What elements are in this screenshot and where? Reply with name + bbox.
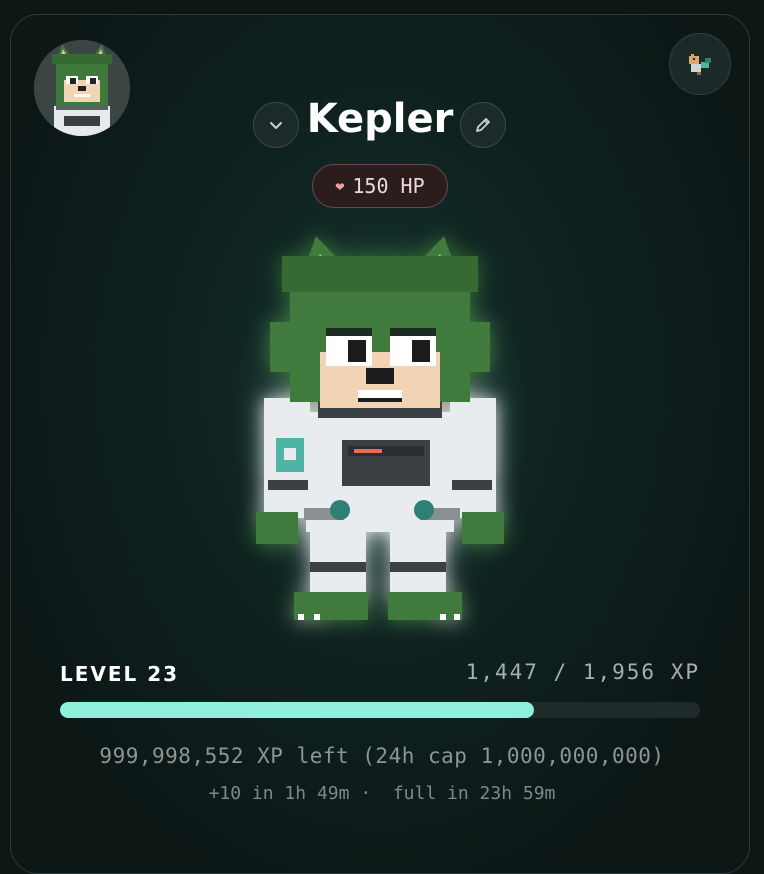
full-text: full in 23h 59m	[392, 783, 556, 804]
hp-badge: ❤ 150 HP	[312, 164, 448, 208]
separator: ·	[360, 783, 372, 804]
edit-name-button[interactable]	[460, 102, 506, 148]
pet-name: Kepler	[306, 96, 454, 142]
pet-character[interactable]	[230, 222, 530, 642]
companion-switch-button[interactable]	[669, 33, 731, 95]
pencil-icon	[476, 118, 490, 132]
level-label: LEVEL 23	[60, 662, 180, 686]
heart-icon: ❤	[335, 177, 345, 195]
xp-count: 1,447 / 1,956 XP	[465, 660, 700, 684]
regen-text: +10 in 1h 49m	[208, 783, 350, 804]
pixel-companion-icon	[689, 54, 711, 75]
fox-avatar-icon[interactable]	[34, 40, 130, 136]
regen-info: +10 in 1h 49m · full in 23h 59m	[0, 783, 764, 804]
pet-dropdown-button[interactable]	[253, 102, 299, 148]
xp-progress-fill	[60, 702, 534, 718]
hp-label: 150 HP	[352, 174, 425, 198]
chevron-down-icon	[270, 122, 282, 129]
xp-remaining-text: 999,998,552 XP left (24h cap 1,000,000,0…	[99, 744, 665, 768]
xp-progress-bar	[60, 702, 700, 718]
